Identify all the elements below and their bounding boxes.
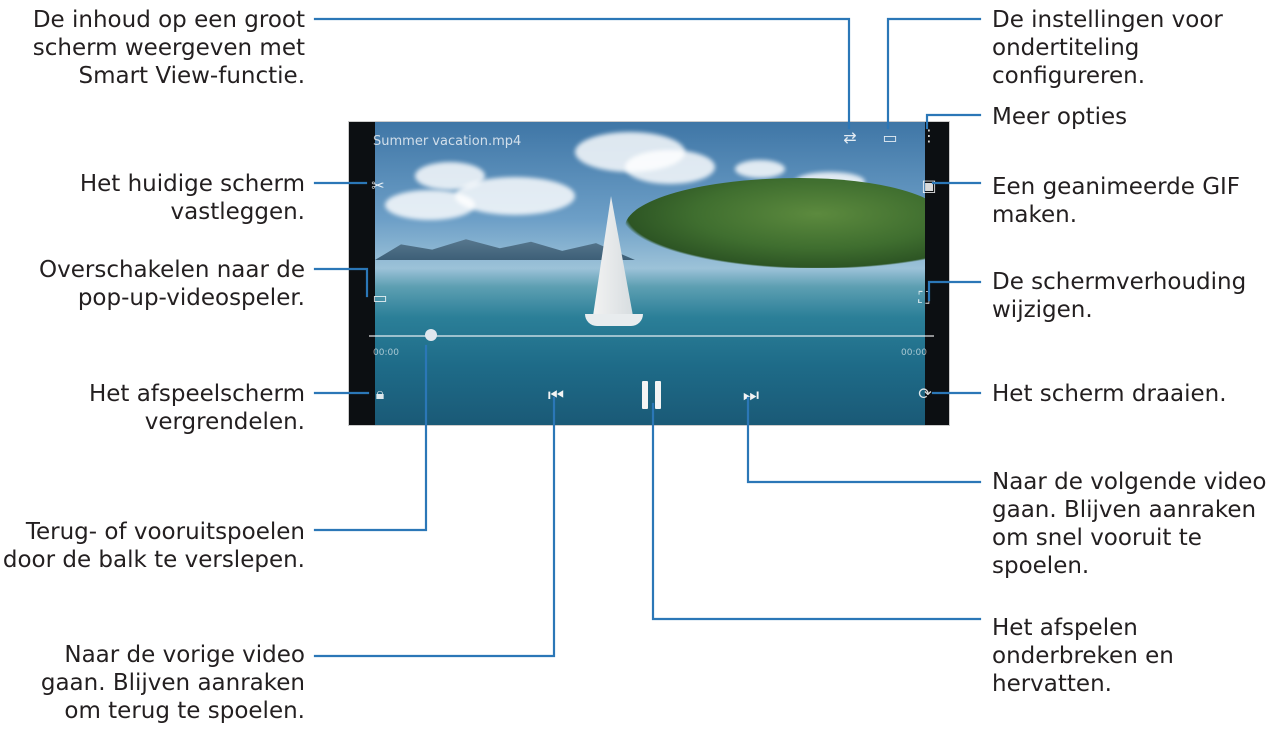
callout-rotate: Het scherm draaien. xyxy=(992,381,1227,407)
callout-seek: Terug- of vooruitspoelen door de balk te… xyxy=(2,519,305,573)
next-button[interactable]: ⏭︎ xyxy=(739,386,763,406)
lock-icon[interactable]: 🔒︎ xyxy=(371,386,389,402)
rotate-icon[interactable]: ⟳ xyxy=(916,386,934,402)
callout-next: Naar de volgende video gaan. Blijven aan… xyxy=(992,469,1267,579)
video-title: Summer vacation.mp4 xyxy=(373,134,522,149)
smart-view-icon[interactable]: ⇄ xyxy=(841,130,859,146)
leader-subtitles xyxy=(886,17,982,130)
leader-previous xyxy=(313,396,556,658)
subtitle-icon[interactable]: ▭ xyxy=(881,130,899,146)
callout-gif: Een geanimeerde GIF maken. xyxy=(992,174,1241,228)
capture-icon[interactable]: ✂ xyxy=(369,178,387,194)
callout-popup: Overschakelen naar de pop-up-videospeler… xyxy=(39,257,305,311)
elapsed-time: 00:00 xyxy=(373,348,399,358)
callout-previous: Naar de vorige video gaan. Blijven aanra… xyxy=(40,642,305,724)
callout-lock: Het afspeelscherm vergrendelen. xyxy=(88,381,305,435)
callout-subtitles: De instellingen voor ondertiteling confi… xyxy=(992,7,1223,89)
callout-capture: Het huidige scherm vastleggen. xyxy=(79,171,305,225)
callout-ratio: De schermverhouding wijzigen. xyxy=(992,269,1247,323)
callout-pause: Het afspelen onderbreken en hervatten. xyxy=(992,615,1174,697)
more-options-icon[interactable]: ⋮ xyxy=(921,128,937,144)
gif-icon[interactable]: ▣ xyxy=(920,178,938,194)
previous-button[interactable]: ⏮︎ xyxy=(544,386,568,406)
popup-player-icon[interactable]: ▭ xyxy=(371,290,389,306)
leader-smart-view xyxy=(313,17,851,130)
video-player[interactable]: Summer vacation.mp4 ⇄ ▭ ⋮ ✂ ▣ ▭ ⛶ 00:00 … xyxy=(348,121,950,426)
pause-button[interactable] xyxy=(642,381,662,409)
callout-smart-view: De inhoud op een groot scherm weergeven … xyxy=(32,7,305,89)
total-duration: 00:00 xyxy=(901,348,927,358)
seek-bar[interactable] xyxy=(369,335,934,337)
aspect-ratio-icon[interactable]: ⛶ xyxy=(915,290,933,306)
callout-more: Meer opties xyxy=(992,104,1128,130)
leader-pause xyxy=(651,402,982,621)
